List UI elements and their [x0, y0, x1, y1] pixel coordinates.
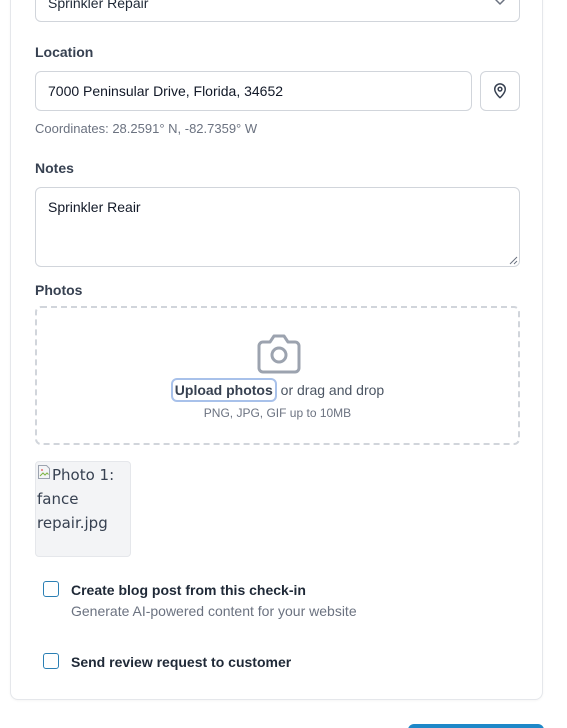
location-value: 7000 Peninsular Drive, Florida, 34652	[48, 83, 284, 99]
service-type-value: Sprinkler Repair	[48, 0, 149, 11]
upload-row: Upload photos or drag and drop	[37, 378, 518, 402]
blog-post-checkbox[interactable]	[43, 581, 59, 597]
review-request-title: Send review request to customer	[71, 654, 292, 670]
submit-button[interactable]	[408, 724, 544, 728]
upload-photos-button[interactable]: Upload photos	[170, 378, 277, 402]
coordinates-text: Coordinates: 28.2591° N, -82.7359° W	[35, 121, 258, 136]
file-type-hint: PNG, JPG, GIF up to 10MB	[203, 406, 352, 420]
service-type-select[interactable]: Sprinkler Repair	[35, 0, 520, 22]
resize-handle-icon[interactable]	[509, 256, 518, 265]
location-label: Location	[35, 44, 94, 60]
map-pin-icon	[494, 83, 506, 99]
notes-value: Sprinkler Reair	[48, 199, 141, 215]
blog-post-subtitle: Generate AI-powered content for your web…	[71, 603, 357, 619]
photo-dropzone[interactable]: Upload photos or drag and drop PNG, JPG,…	[35, 306, 520, 445]
photos-label: Photos	[35, 282, 83, 298]
photo-thumbnail[interactable]: Photo 1: fance repair.jpg	[35, 461, 131, 557]
drag-drop-text: or drag and drop	[280, 382, 385, 398]
review-request-checkbox[interactable]	[43, 653, 59, 669]
check-in-form-page: Sprinkler Repair Location 7000 Peninsula…	[0, 0, 567, 728]
photo-alt-text: Photo 1: fance repair.jpg	[37, 466, 115, 532]
chevron-down-icon	[495, 0, 505, 5]
use-location-button[interactable]	[480, 71, 520, 111]
notes-textarea[interactable]: Sprinkler Reair	[35, 187, 520, 267]
notes-label: Notes	[35, 160, 74, 176]
location-input[interactable]: 7000 Peninsular Drive, Florida, 34652	[35, 71, 472, 111]
camera-icon	[257, 334, 301, 374]
blog-post-title: Create blog post from this check-in	[71, 582, 306, 598]
